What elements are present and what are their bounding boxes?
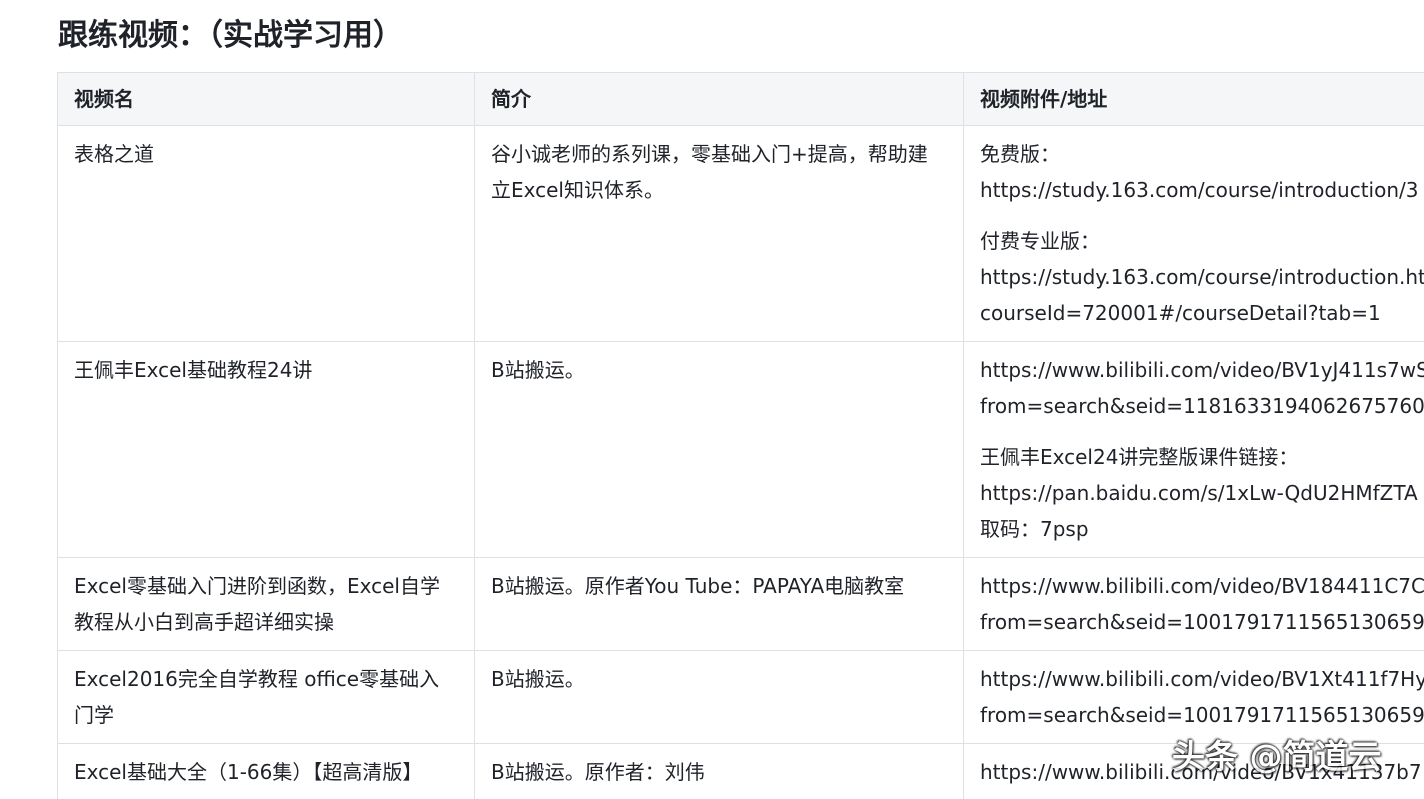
video-name-cell: 王佩丰Excel基础教程24讲	[57, 341, 475, 558]
link-url[interactable]: https://study.163.com/course/introductio…	[980, 172, 1424, 208]
video-name-cell: Excel零基础入门进阶到函数，Excel自学教程从小白到高手超详细实操	[57, 557, 475, 651]
intro-cell: B站搬运。原作者：刘伟	[474, 743, 964, 799]
video-table-container: 视频名 简介 视频附件/地址 表格之道 谷小诚老师的系列课，零基础入门+提高，帮…	[57, 72, 1424, 799]
video-intro: B站搬运。原作者You Tube：PAPAYA电脑教室	[491, 574, 905, 598]
video-name: 王佩丰Excel基础教程24讲	[74, 358, 313, 382]
video-name: Excel零基础入门进阶到函数，Excel自学教程从小白到高手超详细实操	[74, 574, 440, 634]
link-url[interactable]: https://www.bilibili.com/video/BV1Xt411f…	[980, 661, 1424, 697]
attachment-cell: https://www.bilibili.com/video/BV1yJ411s…	[963, 341, 1424, 558]
video-name: 表格之道	[74, 142, 154, 166]
watermark: 头条 @简道云	[1172, 737, 1382, 776]
link-label: 付费专业版：	[980, 229, 1100, 253]
intro-cell: B站搬运。	[474, 341, 964, 558]
table-header-row: 视频名 简介 视频附件/地址	[57, 72, 1424, 126]
intro-cell: 谷小诚老师的系列课，零基础入门+提高，帮助建立Excel知识体系。	[474, 125, 964, 342]
link-url-continued[interactable]: from=search&seid=100179171156513065920	[980, 697, 1424, 733]
link-url-continued[interactable]: courseId=720001#/courseDetail?tab=1	[980, 295, 1424, 331]
video-intro: B站搬运。	[491, 358, 585, 382]
video-intro: B站搬运。原作者：刘伟	[491, 760, 705, 784]
column-header-attachment: 视频附件/地址	[963, 72, 1424, 126]
video-name: Excel2016完全自学教程 office零基础入门学	[74, 667, 440, 727]
intro-cell: B站搬运。	[474, 650, 964, 744]
video-table: 视频名 简介 视频附件/地址 表格之道 谷小诚老师的系列课，零基础入门+提高，帮…	[57, 72, 1424, 799]
table-row: Excel零基础入门进阶到函数，Excel自学教程从小白到高手超详细实操 B站搬…	[57, 557, 1424, 651]
video-name-cell: Excel2016完全自学教程 office零基础入门学	[57, 650, 475, 744]
table-row: Excel2016完全自学教程 office零基础入门学 B站搬运。 https…	[57, 650, 1424, 744]
video-name-cell: Excel基础大全（1-66集）【超高清版】	[57, 743, 475, 799]
extraction-code: 取码：7psp	[980, 517, 1089, 541]
link-url[interactable]: https://pan.baidu.com/s/1xLw-QdU2HMfZTA	[980, 475, 1424, 511]
section-heading: 跟练视频：（实战学习用）	[58, 18, 403, 53]
page: 跟练视频：（实战学习用） 视频名 简介 视频附件/地址 表格之道 谷小诚老师的系…	[0, 0, 1424, 799]
link-group: 付费专业版： https://study.163.com/course/intr…	[980, 223, 1424, 331]
attachment-cell: 免费版： https://study.163.com/course/introd…	[963, 125, 1424, 342]
link-label: 免费版：	[980, 142, 1060, 166]
attachment-cell: https://www.bilibili.com/video/BV184411C…	[963, 557, 1424, 651]
table-row: 表格之道 谷小诚老师的系列课，零基础入门+提高，帮助建立Excel知识体系。 免…	[57, 125, 1424, 342]
video-name: Excel基础大全（1-66集）【超高清版】	[74, 760, 423, 784]
video-name-cell: 表格之道	[57, 125, 475, 342]
link-url[interactable]: https://study.163.com/course/introductio…	[980, 259, 1424, 295]
link-group: 王佩丰Excel24讲完整版课件链接： https://pan.baidu.co…	[980, 439, 1424, 547]
link-label: 王佩丰Excel24讲完整版课件链接：	[980, 445, 1299, 469]
attachment-cell: https://www.bilibili.com/video/BV1Xt411f…	[963, 650, 1424, 744]
link-group: https://www.bilibili.com/video/BV1yJ411s…	[980, 352, 1424, 424]
column-header-video-name: 视频名	[57, 72, 475, 126]
link-url-continued[interactable]: from=search&seid=100179171156513065920	[980, 790, 1424, 799]
intro-cell: B站搬运。原作者You Tube：PAPAYA电脑教室	[474, 557, 964, 651]
column-header-intro: 简介	[474, 72, 964, 126]
video-intro: B站搬运。	[491, 667, 585, 691]
link-url[interactable]: https://www.bilibili.com/video/BV1yJ411s…	[980, 352, 1424, 388]
video-intro: 谷小诚老师的系列课，零基础入门+提高，帮助建立Excel知识体系。	[491, 142, 928, 202]
link-url[interactable]: https://www.bilibili.com/video/BV184411C…	[980, 568, 1424, 604]
link-url-continued[interactable]: from=search&seid=118163319406267576045	[980, 388, 1424, 424]
table-row: 王佩丰Excel基础教程24讲 B站搬运。 https://www.bilibi…	[57, 341, 1424, 558]
link-url-continued[interactable]: from=search&seid=100179171156513065920	[980, 604, 1424, 640]
link-group: 免费版： https://study.163.com/course/introd…	[980, 136, 1424, 208]
